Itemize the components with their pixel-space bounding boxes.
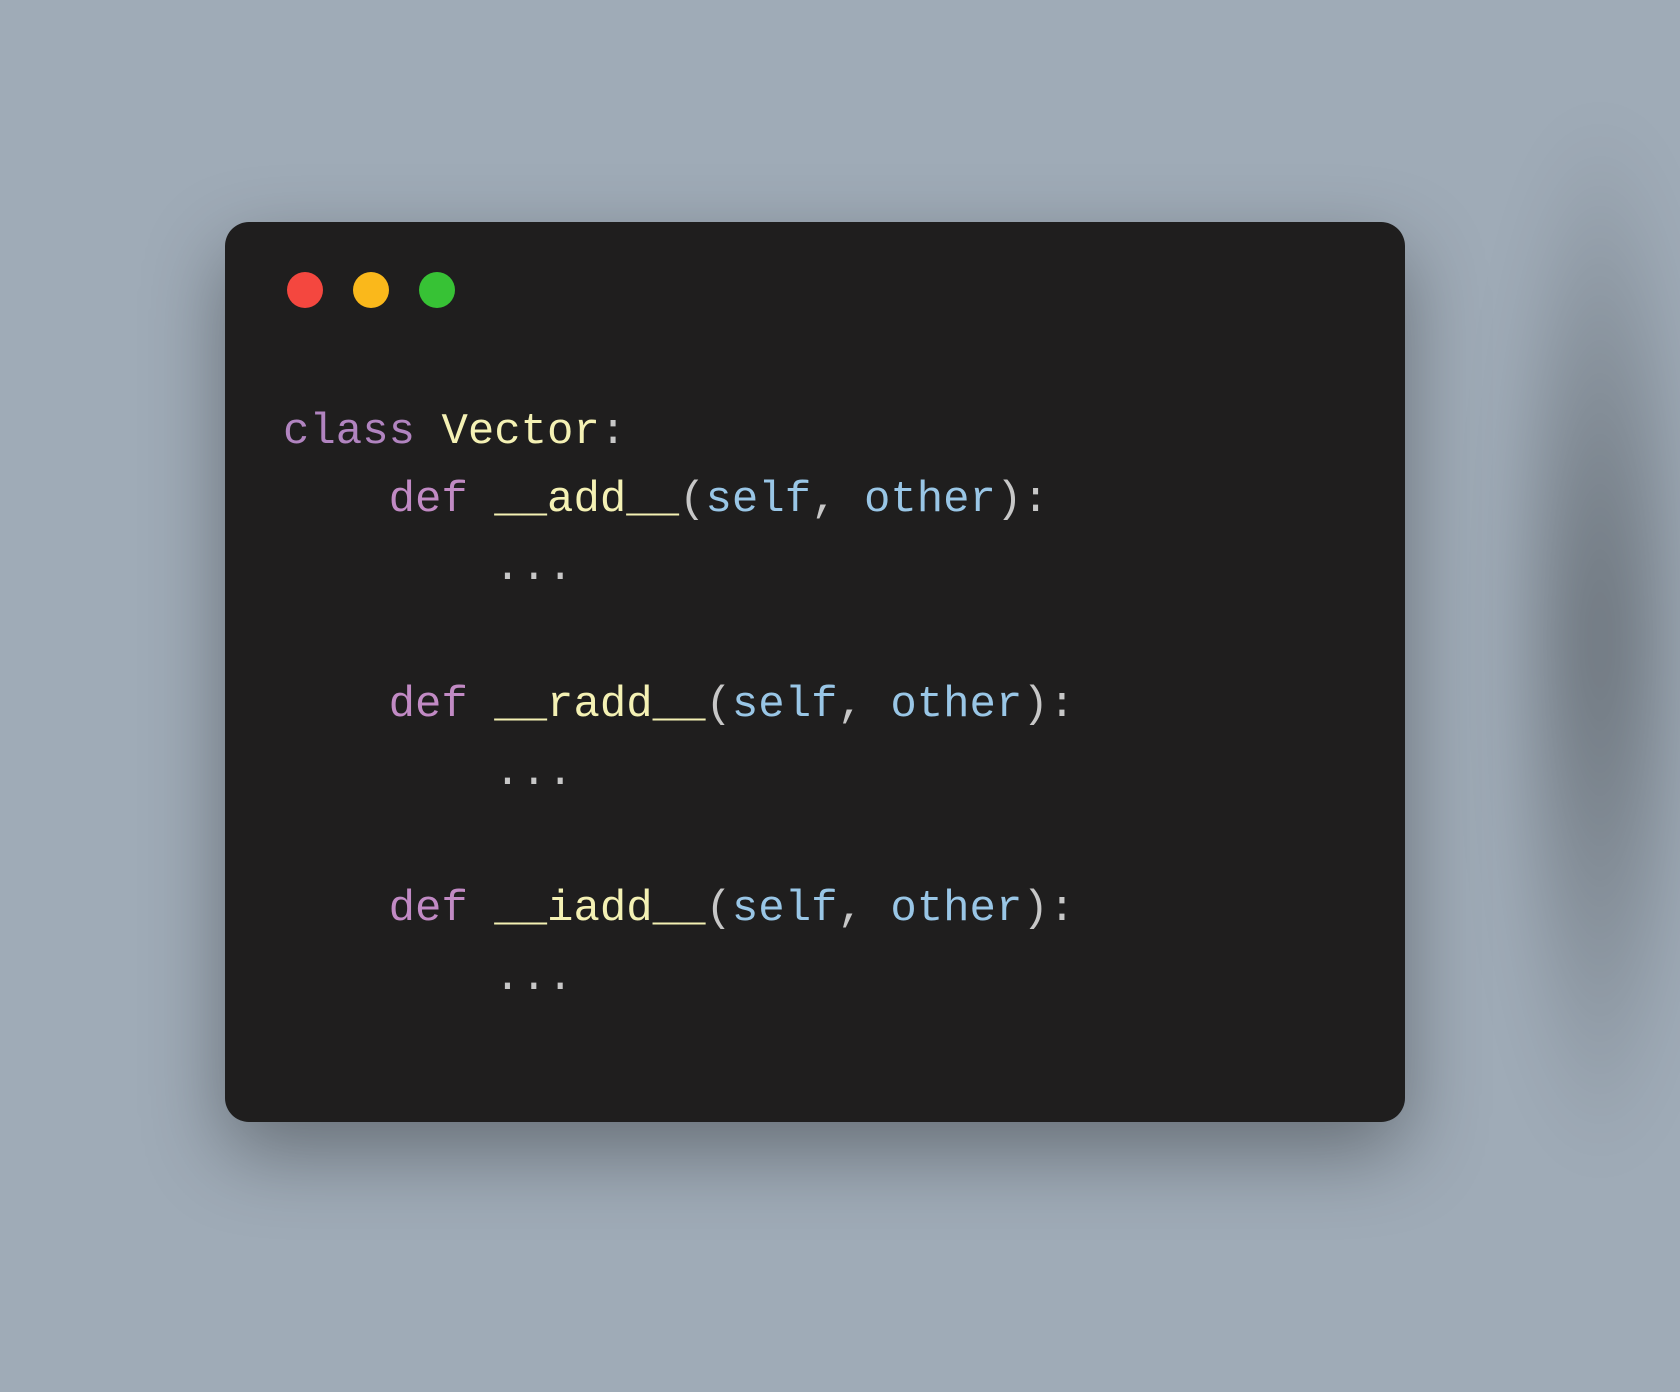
window-traffic-lights: [287, 272, 1347, 308]
open-paren: (: [705, 680, 731, 730]
background-shadow: [1500, 110, 1680, 1170]
method-name-iadd: __iadd__: [494, 884, 705, 934]
close-paren-colon: ):: [1022, 884, 1075, 934]
close-icon[interactable]: [287, 272, 323, 308]
param-other: other: [864, 475, 996, 525]
class-name: Vector: [441, 407, 599, 457]
indent: [283, 680, 389, 730]
keyword-class: class: [283, 407, 415, 457]
keyword-def: def: [389, 884, 468, 934]
indent: [283, 748, 494, 798]
close-paren-colon: ):: [1022, 680, 1075, 730]
param-self: self: [732, 680, 838, 730]
ellipsis: ...: [494, 543, 573, 593]
method-name-add: __add__: [494, 475, 679, 525]
keyword-def: def: [389, 475, 468, 525]
comma: ,: [811, 475, 864, 525]
colon: :: [600, 407, 626, 457]
param-self: self: [706, 475, 812, 525]
keyword-def: def: [389, 680, 468, 730]
open-paren: (: [679, 475, 705, 525]
ellipsis: ...: [494, 953, 573, 1003]
param-other: other: [890, 680, 1022, 730]
indent: [283, 953, 494, 1003]
param-other: other: [890, 884, 1022, 934]
comma: ,: [838, 884, 891, 934]
maximize-icon[interactable]: [419, 272, 455, 308]
param-self: self: [732, 884, 838, 934]
minimize-icon[interactable]: [353, 272, 389, 308]
code-window: class Vector: def __add__(self, other): …: [225, 222, 1405, 1122]
comma: ,: [838, 680, 891, 730]
indent: [283, 543, 494, 593]
indent: [283, 884, 389, 934]
code-block: class Vector: def __add__(self, other): …: [283, 398, 1347, 1012]
method-name-radd: __radd__: [494, 680, 705, 730]
open-paren: (: [705, 884, 731, 934]
close-paren-colon: ):: [996, 475, 1049, 525]
ellipsis: ...: [494, 748, 573, 798]
indent: [283, 475, 389, 525]
